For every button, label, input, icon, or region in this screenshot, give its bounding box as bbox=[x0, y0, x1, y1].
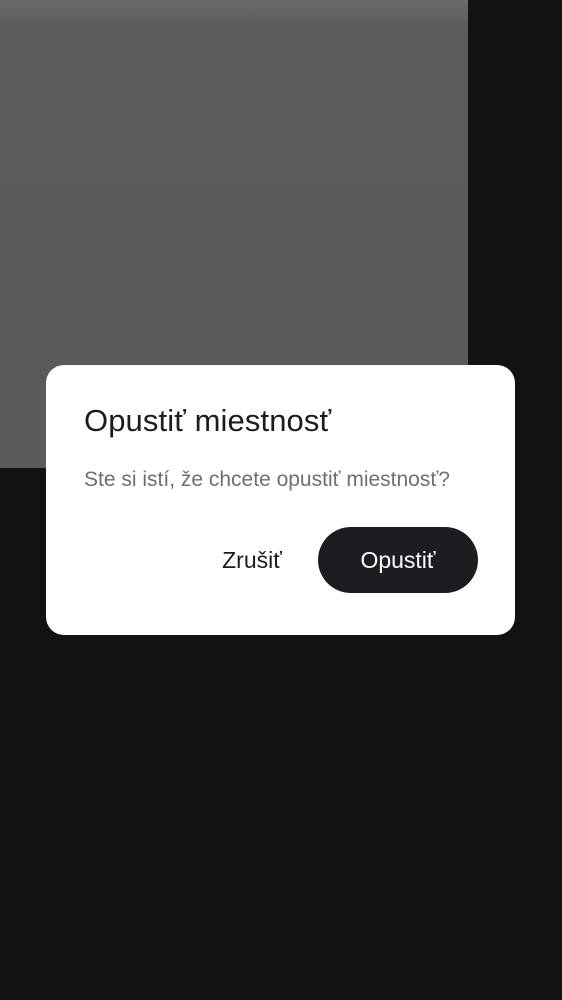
leave-room-dialog: Opustiť miestnosť Ste si istí, že chcete… bbox=[46, 365, 515, 635]
dialog-title: Opustiť miestnosť bbox=[84, 403, 332, 438]
screen: Opustiť miestnosť Ste si istí, že chcete… bbox=[0, 0, 562, 1000]
cancel-button[interactable]: Zrušiť bbox=[196, 527, 308, 593]
leave-button[interactable]: Opustiť bbox=[318, 527, 478, 593]
dialog-message: Ste si istí, že chcete opustiť miestnosť… bbox=[84, 468, 450, 491]
